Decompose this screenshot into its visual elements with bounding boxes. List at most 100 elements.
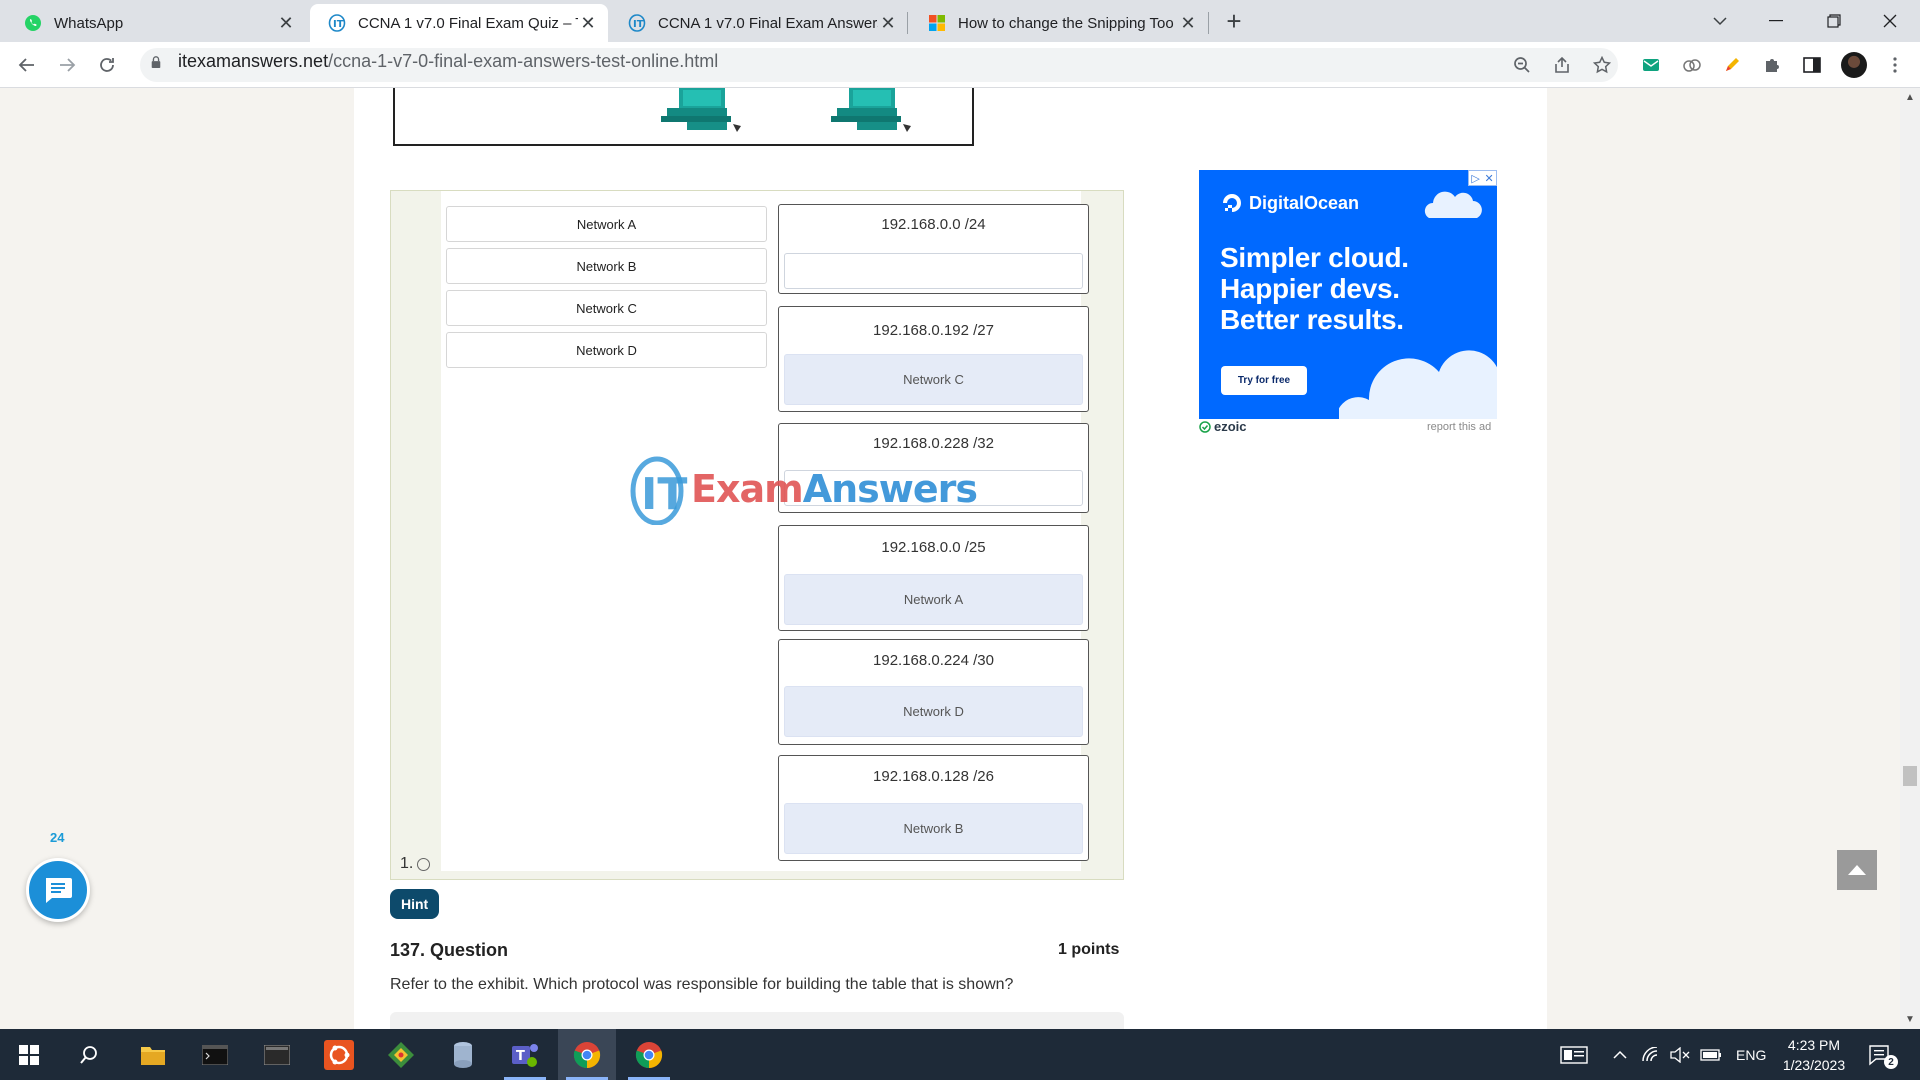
drop-target[interactable]: 192.168.0.0 /24 <box>778 204 1089 294</box>
wifi-icon[interactable] <box>1642 1046 1660 1063</box>
comment-count-badge: 24 <box>50 830 65 845</box>
tab-title: CCNA 1 v7.0 Final Exam Answers <box>658 14 878 32</box>
chrome-button[interactable] <box>620 1029 678 1080</box>
report-ad-link[interactable]: report this ad <box>1427 421 1491 433</box>
chevron-up-icon[interactable] <box>1612 1050 1628 1060</box>
share-icon[interactable] <box>1551 54 1573 76</box>
drop-target[interactable]: 192.168.0.192 /27 Network C <box>778 306 1089 412</box>
lock-icon[interactable] <box>150 56 162 68</box>
git-app-button[interactable] <box>372 1029 430 1080</box>
profile-avatar[interactable] <box>1841 52 1867 78</box>
close-icon[interactable]: ✕ <box>578 13 598 34</box>
scrollbar-thumb[interactable] <box>1903 766 1917 786</box>
close-window-button[interactable] <box>1860 0 1920 42</box>
clock-time: 4:23 PM <box>1787 1037 1841 1053</box>
search-button[interactable] <box>60 1029 118 1080</box>
back-to-top-button[interactable] <box>1837 850 1877 890</box>
console-button[interactable] <box>248 1029 306 1080</box>
tab-whatsapp[interactable]: WhatsApp ✕ <box>6 4 306 42</box>
bookmark-star-icon[interactable] <box>1591 54 1613 76</box>
ubuntu-button[interactable] <box>310 1029 368 1080</box>
extension-mail-icon[interactable] <box>1640 54 1662 76</box>
scroll-up-arrow-icon[interactable]: ▲ <box>1904 92 1916 104</box>
windows-taskbar: T ENG 4:23 PM 1/23/2023 2 <box>0 1029 1920 1080</box>
drag-item-network-a[interactable]: Network A <box>446 206 767 242</box>
extension-pen-icon[interactable] <box>1721 54 1743 76</box>
drop-slot[interactable] <box>784 470 1083 506</box>
target-label: 192.168.0.228 /32 <box>873 434 994 452</box>
restore-button[interactable] <box>1804 0 1864 42</box>
language-indicator[interactable]: ENG <box>1736 1047 1766 1063</box>
scroll-down-arrow-icon[interactable]: ▼ <box>1904 1014 1916 1026</box>
ad-choices-button[interactable]: ▷ ✕ <box>1468 170 1497 186</box>
teams-button[interactable]: T <box>496 1029 554 1080</box>
minimize-icon <box>1769 20 1783 22</box>
drop-slot[interactable]: Network B <box>784 803 1083 854</box>
drag-item-network-d[interactable]: Network D <box>446 332 767 368</box>
drop-slot[interactable]: Network C <box>784 354 1083 405</box>
battery-icon[interactable] <box>1700 1048 1722 1061</box>
drop-slot[interactable]: Network A <box>784 574 1083 625</box>
database-app-button[interactable] <box>434 1029 492 1080</box>
tab-snipping-tool[interactable]: How to change the Snipping Too ✕ <box>910 4 1208 42</box>
chat-bubble-icon <box>46 878 72 903</box>
cloud-icon <box>1424 191 1482 218</box>
url-text[interactable]: itexamanswers.net/ccna-1-v7-0-final-exam… <box>178 51 718 72</box>
close-icon[interactable]: ✕ <box>878 13 898 34</box>
target-label: 192.168.0.128 /26 <box>873 767 994 785</box>
tab-ccna-quiz[interactable]: IT CCNA 1 v7.0 Final Exam Quiz – Te ✕ <box>310 4 608 42</box>
speaker-muted-icon[interactable] <box>1670 1046 1690 1063</box>
close-icon <box>1883 14 1897 28</box>
reload-button[interactable] <box>92 50 122 80</box>
tab-strip: WhatsApp ✕ IT CCNA 1 v7.0 Final Exam Qui… <box>0 0 1920 42</box>
drop-target[interactable]: 192.168.0.228 /32 <box>778 423 1089 513</box>
drag-item-network-c[interactable]: Network C <box>446 290 767 326</box>
exhibit-image <box>393 88 974 146</box>
extensions-puzzle-icon[interactable] <box>1761 54 1783 76</box>
drag-drop-question: Network A Network B Network C Network D … <box>390 190 1124 880</box>
menu-dots-icon[interactable] <box>1884 54 1906 76</box>
side-panel-icon[interactable] <box>1801 54 1823 76</box>
start-button[interactable] <box>0 1029 58 1080</box>
answer-option[interactable]: 1. <box>400 855 431 873</box>
advertisement[interactable]: DigitalOcean Simpler cloud. Happier devs… <box>1199 170 1497 419</box>
drop-slot[interactable]: Network D <box>784 686 1083 737</box>
new-tab-button[interactable]: + <box>1220 8 1248 36</box>
file-explorer-button[interactable] <box>124 1029 182 1080</box>
tab-ccna-answers[interactable]: IT CCNA 1 v7.0 Final Exam Answers ✕ <box>610 4 908 42</box>
clock[interactable]: 4:23 PM 1/23/2023 <box>1768 1035 1860 1075</box>
console-icon <box>264 1044 290 1065</box>
target-label: 192.168.0.192 /27 <box>873 321 994 339</box>
drop-target[interactable]: 192.168.0.0 /25 Network A <box>778 525 1089 631</box>
git-diamond-icon <box>388 1041 414 1068</box>
close-icon[interactable]: ✕ <box>1178 13 1198 34</box>
notification-center-button[interactable]: 2 <box>1868 1029 1898 1080</box>
drop-target[interactable]: 192.168.0.224 /30 Network D <box>778 639 1089 745</box>
chrome-button-active[interactable] <box>558 1029 616 1080</box>
page-scrollbar[interactable] <box>1900 88 1920 1029</box>
reload-icon <box>100 58 114 72</box>
hint-button[interactable]: Hint <box>390 889 440 919</box>
target-label: 192.168.0.0 /25 <box>881 538 986 556</box>
back-button[interactable] <box>12 50 42 80</box>
close-icon[interactable]: ✕ <box>276 13 296 34</box>
news-widget-icon[interactable] <box>1560 1045 1588 1064</box>
terminal-button[interactable] <box>186 1029 244 1080</box>
forward-button[interactable] <box>52 50 82 80</box>
comments-button[interactable] <box>26 858 90 922</box>
tab-search-button[interactable] <box>1690 0 1750 42</box>
drop-slot[interactable] <box>784 253 1083 289</box>
web-page: Network A Network B Network C Network D … <box>0 88 1920 1029</box>
drag-item-network-b[interactable]: Network B <box>446 248 767 284</box>
database-icon <box>454 1041 472 1068</box>
url-path: /ccna-1-v7-0-final-exam-answers-test-onl… <box>328 51 719 71</box>
drop-target[interactable]: 192.168.0.128 /26 Network B <box>778 755 1089 861</box>
extension-cloud-icon[interactable] <box>1681 54 1703 76</box>
ad-cta-button[interactable]: Try for free <box>1221 366 1307 395</box>
minimize-button[interactable] <box>1746 0 1806 42</box>
target-label: 192.168.0.0 /24 <box>881 215 986 233</box>
ad-headline: Simpler cloud. Happier devs. Better resu… <box>1220 242 1409 335</box>
zoom-icon[interactable] <box>1511 54 1533 76</box>
ezoic-label[interactable]: ezoic <box>1199 419 1247 434</box>
radio-button[interactable] <box>417 857 431 871</box>
